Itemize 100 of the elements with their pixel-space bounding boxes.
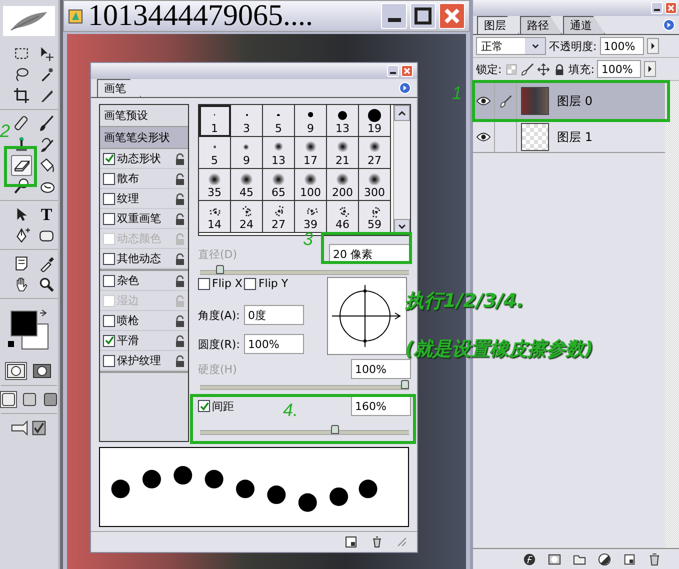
screen-mode-button[interactable] — [0, 391, 16, 408]
brush-preset[interactable]: 27 — [359, 137, 391, 169]
half-circle-icon[interactable] — [598, 552, 611, 566]
option-row[interactable]: 动态形状 — [100, 149, 188, 169]
quick-mask-button[interactable] — [31, 362, 53, 380]
brush-preset[interactable]: 9 — [231, 137, 263, 169]
lock-icon[interactable] — [175, 212, 185, 224]
checkbox[interactable] — [103, 314, 115, 326]
list-item[interactable]: 画笔笔尖形状 — [100, 127, 188, 149]
lock-icon[interactable] — [175, 192, 185, 204]
close-button[interactable] — [665, 2, 677, 14]
checkbox[interactable] — [103, 212, 115, 224]
brush-preset[interactable]: 46 — [327, 201, 359, 233]
option-row[interactable]: 双重画笔 — [100, 209, 188, 229]
fill-field[interactable]: 100% — [597, 60, 642, 78]
move-icon[interactable] — [536, 62, 550, 76]
brush-preset[interactable]: 300 — [359, 169, 391, 201]
mask-icon[interactable] — [548, 552, 561, 566]
brush-preset[interactable]: 45 — [231, 169, 263, 201]
close-button[interactable] — [401, 65, 413, 77]
option-row[interactable]: 杂色 — [100, 271, 188, 291]
brush-preset[interactable]: 100 — [295, 169, 327, 201]
minimize-button[interactable] — [381, 3, 407, 29]
screen-mode-button[interactable] — [42, 391, 58, 408]
panel-tab[interactable]: 画笔 — [97, 79, 141, 97]
lock-icon[interactable] — [175, 274, 185, 286]
slider-thumb[interactable] — [330, 425, 339, 434]
checkbox[interactable] — [103, 252, 115, 264]
tool-button[interactable] — [11, 155, 32, 176]
brush-preset[interactable]: 14 — [199, 201, 231, 233]
panel-tab[interactable]: 路径 — [520, 16, 562, 34]
tool-button[interactable]: T — [36, 204, 57, 225]
option-row[interactable]: 纹理 — [100, 189, 188, 209]
checkbox[interactable] — [198, 278, 210, 290]
brush-preset[interactable]: 39 — [295, 201, 327, 233]
maximize-button[interactable] — [410, 3, 436, 29]
close-button[interactable] — [439, 3, 465, 29]
brush-icon[interactable] — [520, 62, 534, 76]
checkbox[interactable] — [103, 354, 115, 366]
input-field[interactable]: 100% — [244, 334, 304, 354]
option-row[interactable]: 喷枪 — [100, 311, 188, 331]
option-row[interactable]: 平滑 — [100, 331, 188, 351]
layer-row[interactable]: 图层 1 — [473, 122, 665, 153]
checkbox[interactable] — [198, 400, 210, 412]
panel-tab[interactable]: 通道 — [563, 16, 605, 34]
brush-preset[interactable]: 1 — [199, 105, 231, 137]
folder-icon[interactable] — [573, 552, 586, 566]
option-row[interactable]: 保护纹理 — [100, 351, 188, 371]
checkbox[interactable] — [103, 192, 115, 204]
lock-icon[interactable] — [175, 354, 185, 366]
brush-preset[interactable]: 200 — [327, 169, 359, 201]
panel-menu-button[interactable] — [399, 82, 411, 94]
brush-preset[interactable]: 19 — [359, 105, 391, 137]
opacity-field[interactable]: 100% — [600, 37, 644, 55]
screen-mode-button[interactable] — [20, 391, 38, 408]
minimize-button[interactable] — [651, 2, 663, 14]
checkbox[interactable] — [103, 172, 115, 184]
minimize-button[interactable] — [387, 65, 399, 77]
brush-preset[interactable]: 5 — [199, 137, 231, 169]
brush-preset[interactable]: 13 — [327, 105, 359, 137]
brush-preset[interactable]: 17 — [295, 137, 327, 169]
brush-preset[interactable]: 5 — [263, 105, 295, 137]
checkbox[interactable] — [103, 274, 115, 286]
checkbox[interactable] — [103, 334, 115, 346]
brush-preset[interactable]: 21 — [327, 137, 359, 169]
brush-angle-drawing[interactable] — [327, 277, 407, 355]
option-row[interactable]: 散布 — [100, 169, 188, 189]
scroll-up-button[interactable] — [394, 105, 410, 121]
brush-preset[interactable]: 24 — [231, 201, 263, 233]
panel-tab[interactable]: 图层 — [477, 16, 519, 34]
value-arrow-button[interactable] — [646, 38, 659, 54]
brush-preset[interactable]: 59 — [359, 201, 391, 233]
brush-preset[interactable]: 27 — [263, 201, 295, 233]
brush-preset[interactable]: 35 — [199, 169, 231, 201]
new-brush-icon[interactable] — [345, 536, 357, 548]
tool-button[interactable] — [11, 85, 32, 106]
new-layer-icon[interactable] — [623, 552, 636, 566]
checkbox[interactable] — [244, 278, 256, 290]
trash-icon[interactable] — [371, 536, 383, 548]
input-field[interactable]: 160% — [351, 396, 411, 416]
jump-to-app-icon[interactable] — [10, 419, 48, 437]
lock-icon[interactable] — [175, 314, 185, 326]
brush-preset[interactable]: 9 — [295, 105, 327, 137]
panel-menu-button[interactable] — [663, 19, 675, 31]
input-field[interactable]: 0度 — [244, 305, 304, 325]
blend-mode-dropdown[interactable]: 正常 — [476, 37, 546, 55]
checkbox[interactable] — [103, 152, 115, 164]
lock-icon[interactable] — [175, 252, 185, 264]
scrollbar-track[interactable] — [665, 81, 679, 548]
checkerboard-icon[interactable] — [504, 62, 518, 76]
brush-preset[interactable]: 13 — [263, 137, 295, 169]
trash-icon[interactable] — [648, 552, 661, 566]
lock-icon[interactable] — [175, 172, 185, 184]
resize-grip-icon[interactable] — [397, 537, 407, 547]
fx-icon[interactable] — [523, 552, 536, 566]
brush-preset[interactable]: 65 — [263, 169, 295, 201]
lock-icon[interactable] — [175, 152, 185, 164]
lock-icon[interactable] — [175, 334, 185, 346]
brush-preset[interactable]: 3 — [231, 105, 263, 137]
value-arrow-button[interactable] — [644, 61, 656, 77]
